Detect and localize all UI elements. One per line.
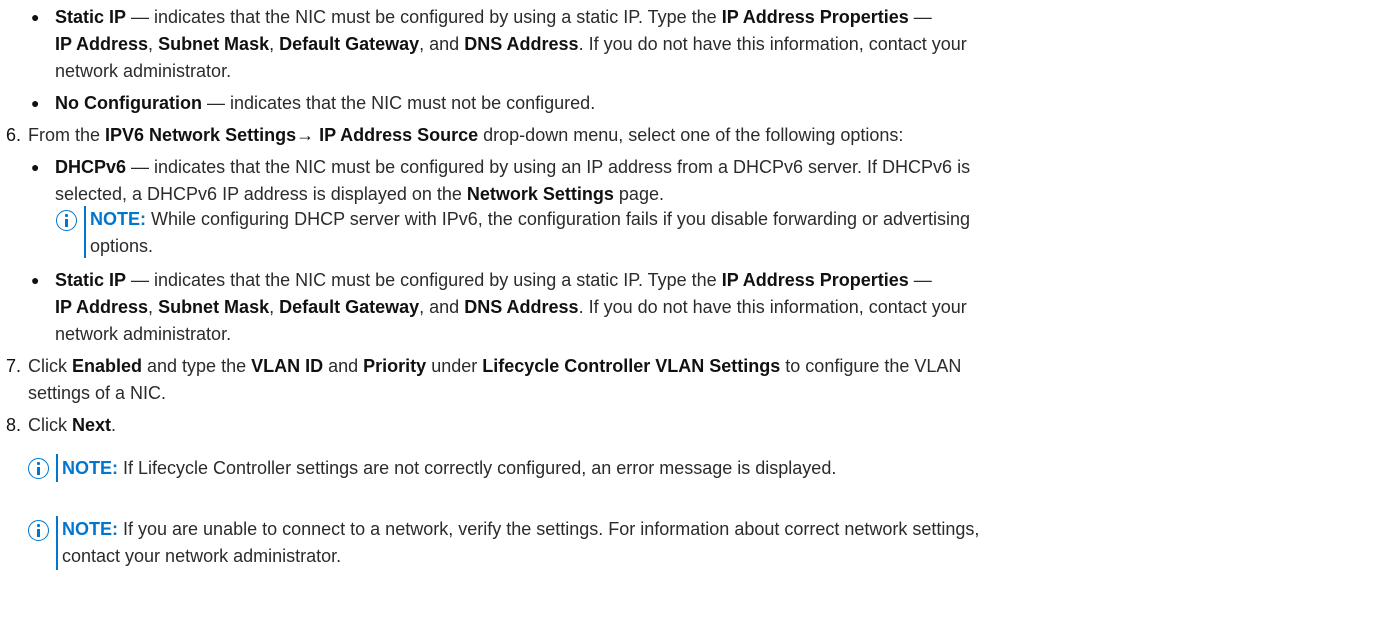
bullet-no-configuration: ● No Configuration — indicates that the … xyxy=(0,90,595,116)
note-label: NOTE: xyxy=(90,209,146,229)
term-no-configuration: No Configuration xyxy=(55,93,202,113)
bullet-glyph: ● xyxy=(31,9,40,25)
bullet-static-ip-ipv4: ● Static IP — indicates that the NIC mus… xyxy=(0,4,932,30)
info-icon xyxy=(28,520,49,541)
step-8: 8. Click Next. xyxy=(0,412,116,438)
menu-path: IPV6 Network Settings→ IP Address Source xyxy=(105,125,479,145)
document-page: ● Static IP — indicates that the NIC mus… xyxy=(0,0,1383,623)
bullet-dhcpv6: ● DHCPv6 — indicates that the NIC must b… xyxy=(0,154,970,180)
step-7-line2: settings of a NIC. xyxy=(28,383,167,403)
bullet-static-ip-ipv4-line3: network administrator. xyxy=(55,61,232,81)
bullet-static-ip-ipv6-line2: IP Address, Subnet Mask, Default Gateway… xyxy=(55,297,967,317)
note-bar xyxy=(56,454,58,482)
term-dhcpv6: DHCPv6 xyxy=(55,157,127,177)
info-icon xyxy=(28,458,49,479)
step-number: 7. xyxy=(6,356,22,376)
step-number: 6. xyxy=(6,125,22,145)
term-static-ip: Static IP xyxy=(55,270,127,290)
step-7: 7. Click Enabled and type the VLAN ID an… xyxy=(0,353,961,379)
step-number: 8. xyxy=(6,415,22,435)
note-label: NOTE: xyxy=(62,458,118,478)
bullet-static-ip-ipv6-line3: network administrator. xyxy=(55,324,232,344)
note-bar xyxy=(56,516,58,570)
bullet-dhcpv6-line2: selected, a DHCPv6 IP address is display… xyxy=(55,184,664,204)
note-label: NOTE: xyxy=(62,519,118,539)
bullet-glyph: ● xyxy=(31,95,40,111)
step-6: 6. From the IPV6 Network Settings→ IP Ad… xyxy=(0,122,903,148)
term-static-ip: Static IP xyxy=(55,7,127,27)
note-bar xyxy=(84,206,86,258)
bullet-glyph: ● xyxy=(31,159,40,175)
bullet-static-ip-ipv4-line2: IP Address, Subnet Mask, Default Gateway… xyxy=(55,34,967,54)
bullet-static-ip-ipv6: ● Static IP — indicates that the NIC mus… xyxy=(0,267,932,293)
bullet-glyph: ● xyxy=(31,272,40,288)
info-icon xyxy=(56,210,77,231)
